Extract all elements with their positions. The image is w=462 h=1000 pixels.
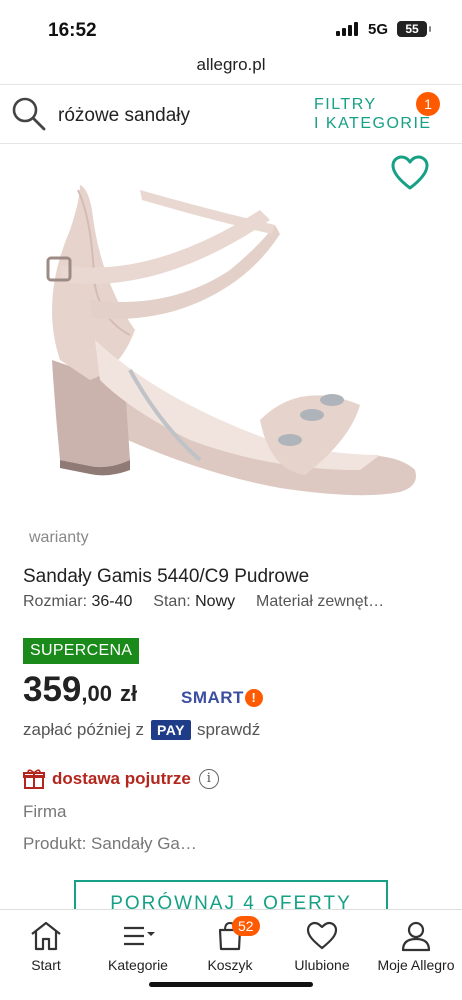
cart-count-badge: 52: [232, 916, 260, 936]
heart-icon: [306, 921, 338, 950]
delivery-row: dostawa pojutrze i: [23, 768, 219, 790]
signal-icon: [336, 22, 358, 36]
user-icon: [401, 921, 431, 952]
battery-icon: 55: [397, 21, 431, 37]
product-name-line: Produkt: Sandały Ga…: [23, 834, 197, 853]
param-condition-label: Stan:: [153, 593, 191, 610]
smart-badge[interactable]: SMART !: [181, 688, 263, 708]
nav-cart[interactable]: 52 Koszyk: [184, 910, 276, 973]
param-size-value: 36-40: [91, 593, 133, 610]
filters-label-line1: FILTRY: [314, 96, 377, 113]
smart-label: SMART: [181, 688, 244, 707]
product-image[interactable]: [30, 170, 430, 530]
network-type: 5G: [368, 21, 389, 38]
param-material-label: Materiał zewnęt…: [256, 593, 385, 610]
product-price: 359,00 zł: [23, 670, 137, 710]
nav-start-label: Start: [31, 957, 61, 973]
seller-type: Firma: [23, 802, 67, 821]
delivery-text: dostawa pojutrze: [52, 769, 191, 788]
gift-icon: [23, 769, 45, 789]
info-icon[interactable]: i: [198, 769, 219, 789]
nav-favorites-label: Ulubione: [294, 957, 350, 973]
param-condition-value: Nowy: [195, 593, 236, 610]
search-icon[interactable]: [10, 95, 48, 133]
variants-link[interactable]: warianty: [29, 529, 89, 547]
status-time: 16:52: [48, 20, 97, 41]
nav-cart-label: Koszyk: [207, 957, 253, 973]
product-params: Rozmiar: 36-40 Stan: Nowy Materiał zewnę…: [23, 593, 443, 611]
pay-logo: PAY: [150, 720, 191, 740]
status-bar: 16:52 5G 55: [0, 0, 462, 50]
home-indicator[interactable]: [149, 982, 313, 987]
pay-later-row[interactable]: zapłać później z PAY sprawdź: [23, 720, 260, 740]
nav-favorites[interactable]: Ulubione: [276, 910, 368, 973]
price-integer: 359: [23, 670, 82, 709]
nav-categories-label: Kategorie: [108, 957, 168, 973]
home-icon: [31, 921, 61, 951]
search-input[interactable]: różowe sandały: [58, 105, 190, 127]
param-size-label: Rozmiar:: [23, 593, 88, 610]
pay-later-prefix: zapłać później z: [23, 720, 144, 739]
filters-button[interactable]: FILTRY I KATEGORIE 1: [314, 92, 440, 133]
pay-later-check-link[interactable]: sprawdź: [197, 720, 260, 740]
smart-alert-icon: !: [244, 689, 263, 707]
nav-categories[interactable]: Kategorie: [92, 910, 184, 973]
product-title[interactable]: Sandały Gamis 5440/C9 Pudrowe: [23, 566, 309, 588]
search-bar: różowe sandały FILTRY I KATEGORIE 1: [0, 84, 462, 144]
nav-my-allegro[interactable]: Moje Allegro: [370, 910, 462, 973]
nav-my-allegro-label: Moje Allegro: [377, 957, 455, 973]
filters-label-line2: I KATEGORIE: [314, 115, 432, 132]
supercena-badge: SUPERCENA: [23, 638, 140, 664]
url-bar[interactable]: allegro.pl: [0, 55, 462, 75]
nav-start[interactable]: Start: [0, 910, 92, 973]
price-currency: zł: [120, 681, 138, 706]
categories-icon: [124, 926, 155, 946]
filters-count-badge: 1: [416, 92, 440, 116]
price-decimal: ,00: [81, 681, 112, 706]
